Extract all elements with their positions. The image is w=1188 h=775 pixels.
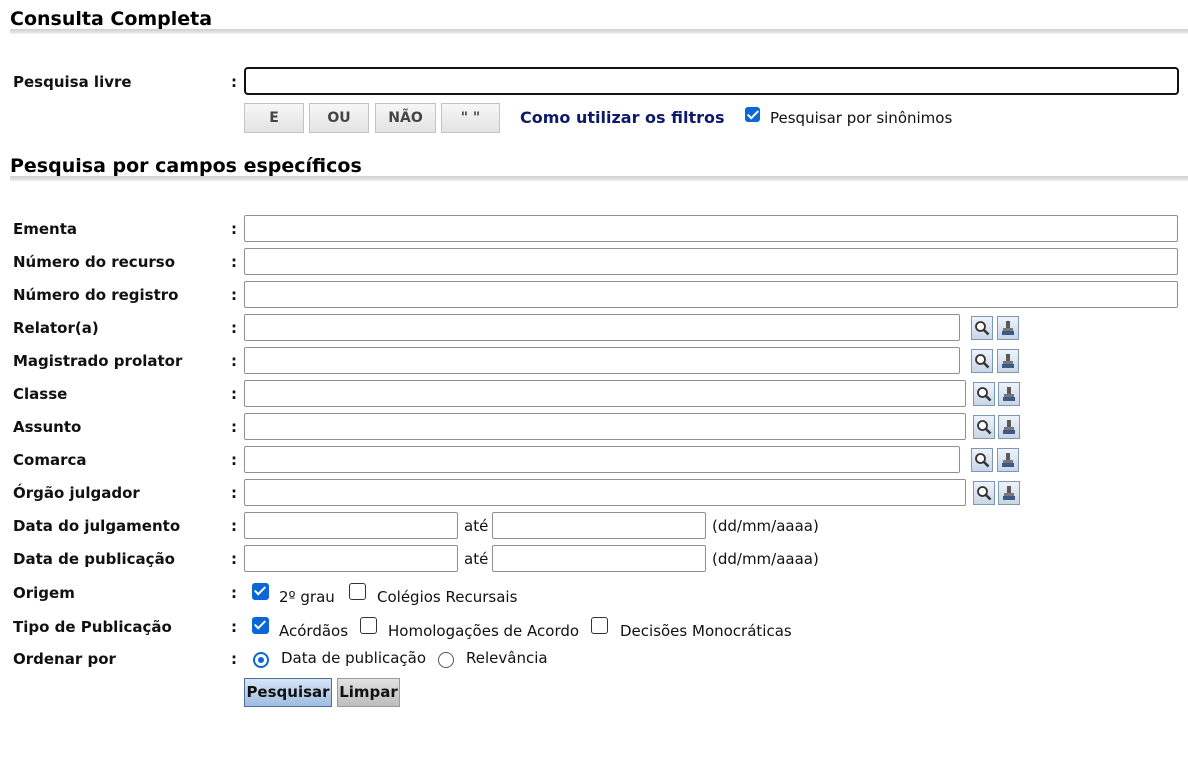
magnifier-icon	[975, 453, 990, 468]
eraser-icon	[1002, 453, 1014, 467]
label-origem: Origem	[13, 584, 75, 602]
ate-label: até	[464, 550, 489, 568]
label-data-publicacao: Data de publicação	[13, 550, 175, 568]
operator-quotes-button[interactable]: " "	[441, 103, 500, 133]
magnifier-icon	[975, 321, 990, 336]
data-julgamento-fim-input[interactable]	[492, 512, 706, 539]
assunto-search-button[interactable]	[973, 415, 995, 439]
origem-2grau-checkbox[interactable]	[252, 583, 269, 600]
eraser-icon	[1002, 354, 1014, 368]
colon: :	[231, 253, 237, 271]
label-magistrado: Magistrado prolator	[13, 352, 183, 370]
relator-clear-button[interactable]	[997, 316, 1019, 340]
orgao-input[interactable]	[244, 479, 966, 506]
label-tipo-publicacao: Tipo de Publicação	[13, 618, 172, 636]
label-numero-recurso: Número do recurso	[13, 253, 175, 271]
magnifier-icon	[977, 420, 992, 435]
magnifier-icon	[977, 486, 992, 501]
classe-input[interactable]	[244, 380, 966, 407]
label-relator: Relator(a)	[13, 319, 99, 337]
eraser-icon	[1003, 387, 1015, 401]
label-orgao: Órgão julgador	[13, 484, 140, 502]
colon: :	[231, 319, 237, 337]
operator-nao-button[interactable]: NÃO	[375, 103, 436, 133]
comarca-search-button[interactable]	[971, 448, 993, 472]
numero-registro-input[interactable]	[244, 281, 1178, 308]
label-numero-registro: Número do registro	[13, 286, 179, 304]
comarca-input[interactable]	[244, 446, 960, 473]
ementa-input[interactable]	[244, 215, 1178, 242]
colon: :	[231, 286, 237, 304]
colon: :	[231, 650, 237, 668]
magnifier-icon	[977, 387, 992, 402]
section-title-campos-especificos: Pesquisa por campos específicos	[10, 155, 362, 177]
ordenar-relevancia-label: Relevância	[466, 649, 548, 667]
origem-colegios-checkbox[interactable]	[349, 583, 366, 600]
colon: :	[231, 484, 237, 502]
label-ordenar: Ordenar por	[13, 650, 116, 668]
label-pesquisa-livre: Pesquisa livre	[13, 73, 132, 91]
ate-label: até	[464, 517, 489, 535]
operator-e-button[interactable]: E	[244, 103, 304, 133]
colon: :	[231, 220, 237, 238]
tipo-acordaos-checkbox[interactable]	[252, 617, 269, 634]
ordenar-data-label: Data de publicação	[281, 649, 427, 667]
tipo-decisoes-checkbox[interactable]	[591, 617, 608, 634]
classe-search-button[interactable]	[973, 382, 995, 406]
relator-search-button[interactable]	[971, 316, 993, 340]
section-title-consulta-completa: Consulta Completa	[10, 8, 213, 30]
relator-input[interactable]	[244, 314, 960, 341]
magnifier-icon	[975, 354, 990, 369]
eraser-icon	[1003, 486, 1015, 500]
colon: :	[231, 73, 237, 91]
eraser-icon	[1003, 420, 1015, 434]
date-format-hint: (dd/mm/aaaa)	[712, 550, 819, 568]
orgao-clear-button[interactable]	[998, 481, 1020, 505]
tipo-homologacoes-checkbox[interactable]	[360, 617, 377, 634]
pesquisar-button[interactable]: Pesquisar	[244, 678, 332, 707]
operator-ou-button[interactable]: OU	[309, 103, 369, 133]
numero-recurso-input[interactable]	[244, 248, 1178, 275]
synonyms-checkbox[interactable]	[745, 107, 760, 122]
origem-2grau-label: 2º grau	[279, 588, 335, 606]
colon: :	[231, 550, 237, 568]
classe-clear-button[interactable]	[998, 382, 1020, 406]
tipo-acordaos-label: Acórdãos	[279, 622, 349, 640]
colon: :	[231, 584, 237, 602]
ordenar-relevancia-radio[interactable]	[438, 652, 454, 668]
section-divider	[10, 176, 1188, 181]
limpar-button[interactable]: Limpar	[337, 678, 400, 707]
orgao-search-button[interactable]	[973, 481, 995, 505]
assunto-input[interactable]	[244, 413, 966, 440]
colon: :	[231, 418, 237, 436]
label-assunto: Assunto	[13, 418, 82, 436]
magistrado-search-button[interactable]	[971, 349, 993, 373]
data-publicacao-inicio-input[interactable]	[244, 545, 458, 572]
colon: :	[231, 618, 237, 636]
label-data-julgamento: Data do julgamento	[13, 517, 181, 535]
data-publicacao-fim-input[interactable]	[492, 545, 706, 572]
magistrado-clear-button[interactable]	[997, 349, 1019, 373]
assunto-clear-button[interactable]	[998, 415, 1020, 439]
data-julgamento-inicio-input[interactable]	[244, 512, 458, 539]
colon: :	[231, 385, 237, 403]
date-format-hint: (dd/mm/aaaa)	[712, 517, 819, 535]
tipo-homologacoes-label: Homologações de Acordo	[388, 622, 580, 640]
comarca-clear-button[interactable]	[997, 448, 1019, 472]
tipo-decisoes-label: Decisões Monocráticas	[620, 622, 792, 640]
eraser-icon	[1002, 321, 1014, 335]
ordenar-data-radio[interactable]	[253, 652, 269, 668]
section-divider	[10, 29, 1188, 34]
colon: :	[231, 451, 237, 469]
colon: :	[231, 517, 237, 535]
synonyms-label: Pesquisar por sinônimos	[770, 109, 953, 127]
origem-colegios-label: Colégios Recursais	[377, 588, 518, 606]
label-ementa: Ementa	[13, 220, 78, 238]
magistrado-input[interactable]	[244, 347, 960, 374]
colon: :	[231, 352, 237, 370]
label-comarca: Comarca	[13, 451, 87, 469]
pesquisa-livre-input[interactable]	[244, 67, 1179, 95]
label-classe: Classe	[13, 385, 68, 403]
filters-help-link[interactable]: Como utilizar os filtros	[520, 108, 725, 127]
